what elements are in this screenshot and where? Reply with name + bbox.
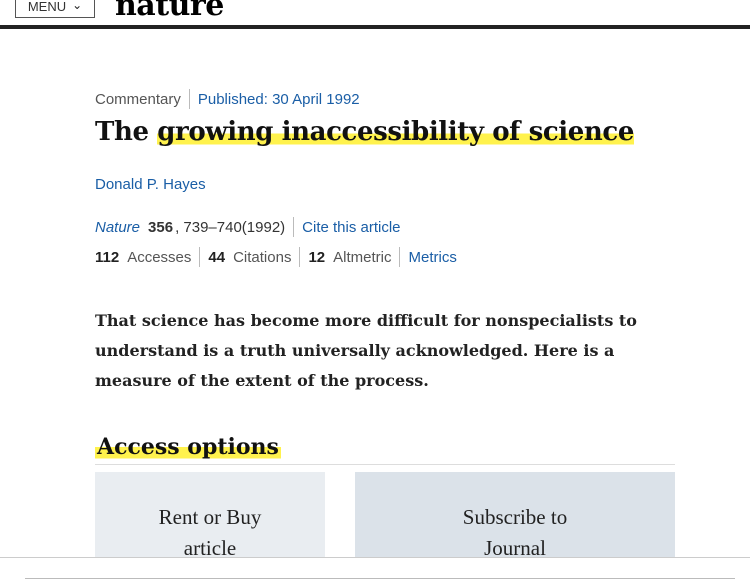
accesses-label: Accesses (127, 248, 192, 266)
subscribe-journal-option[interactable]: Subscribe to Journal (355, 472, 675, 558)
article-meta: Commentary Published: 30 April 1992 (95, 89, 360, 109)
site-logo[interactable]: nature (115, 0, 224, 23)
header-divider (0, 25, 750, 29)
article-type: Commentary (95, 90, 181, 108)
divider (293, 217, 295, 237)
rent-or-buy-option[interactable]: Rent or Buy article (95, 472, 325, 558)
citations-label: Citations (233, 248, 292, 266)
pages-year: , 739–740(1992) (175, 218, 286, 236)
altmetric-label: Altmetric (333, 248, 392, 266)
option-line: Journal (484, 536, 546, 558)
title-highlight: growing inaccessibility of science (157, 117, 634, 147)
volume: 356 (148, 218, 174, 236)
page-divider (25, 578, 735, 579)
divider (188, 89, 190, 109)
divider (399, 247, 401, 267)
divider (299, 247, 301, 267)
option-line: Subscribe to (462, 505, 568, 529)
option-line: article (183, 536, 237, 558)
access-divider (95, 464, 675, 465)
journal-name: Nature (95, 218, 141, 236)
metrics-link[interactable]: Metrics (408, 249, 456, 266)
metrics-line: 112 Accesses 44 Citations 12 Altmetric M… (95, 247, 457, 267)
divider (199, 247, 201, 267)
page-divider (0, 557, 750, 558)
menu-button[interactable]: MENU ⌄ (15, 0, 95, 18)
published-date: Published: 30 April 1992 (197, 90, 360, 108)
accesses-count: 112 (95, 248, 120, 266)
chevron-down-icon: ⌄ (72, 0, 83, 12)
altmetric-count: 12 (308, 248, 326, 266)
access-options-heading: Access options (95, 434, 281, 460)
author-link[interactable]: Donald P. Hayes (95, 176, 206, 193)
cite-article-link[interactable]: Cite this article (302, 219, 400, 236)
citation-line: Nature 356 , 739–740(1992) Cite this art… (95, 217, 401, 237)
option-line: Rent or Buy (158, 505, 262, 529)
article-title: The growing inaccessibility of science (95, 117, 634, 147)
article-abstract: That science has become more difficult f… (95, 311, 637, 390)
menu-label: MENU (27, 0, 67, 14)
citations-count: 44 (208, 248, 226, 266)
